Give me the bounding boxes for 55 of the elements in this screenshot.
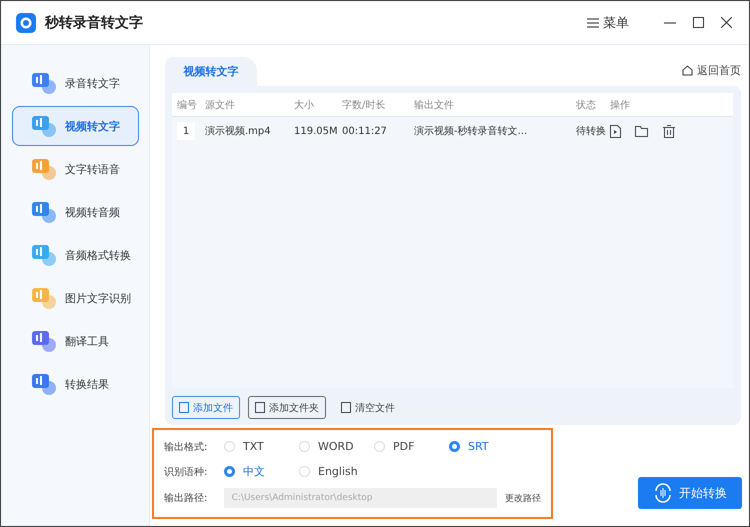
language-radio[interactable]: English: [299, 465, 374, 478]
format-radio[interactable]: SRT: [449, 440, 524, 453]
format-radio[interactable]: PDF: [374, 440, 449, 453]
sidebar-item[interactable]: 转换结果: [12, 364, 139, 404]
home-link[interactable]: 返回首页: [682, 63, 741, 78]
clear-files-button[interactable]: 清空文件: [334, 396, 402, 419]
sidebar-item[interactable]: 视频转文字: [12, 106, 139, 146]
close-icon: [720, 17, 732, 28]
table-cell-text: 演示视频-秒转录音转文...: [414, 124, 528, 138]
menu-button[interactable]: 菜单: [587, 14, 629, 32]
table-cell-text: 待转换: [576, 124, 607, 138]
tool-icon: [31, 114, 57, 138]
add-button[interactable]: 添加文件夹: [248, 396, 326, 419]
menu-icon: [587, 18, 599, 28]
table-cell-text: 119.05M: [294, 126, 339, 136]
format-radio[interactable]: TXT: [224, 440, 299, 453]
sidebar-item[interactable]: 录音转文字: [12, 63, 139, 103]
table-cell-text: 00:11:27: [342, 126, 388, 136]
column-header: 大小: [294, 98, 315, 112]
column-header: 状态: [576, 98, 597, 112]
tool-icon: [31, 286, 57, 310]
sidebar-item[interactable]: 翻译工具: [12, 321, 139, 361]
sound-wave-icon: [653, 483, 673, 503]
app-logo-icon: [16, 12, 36, 32]
tool-icon: [31, 243, 57, 267]
tab[interactable]: 视频转文字: [165, 57, 257, 86]
option-label: 输出路径:: [164, 492, 208, 505]
option-label: 输出格式:: [164, 440, 208, 454]
sidebar-item[interactable]: 视频转音频: [12, 192, 139, 232]
tool-icon: [31, 372, 57, 396]
tool-icon: [31, 200, 57, 224]
change-path-link[interactable]: 更改路径: [505, 492, 541, 504]
column-header: 源文件: [205, 98, 236, 112]
column-header: 输出文件: [414, 98, 455, 112]
table-cell-text: 演示视频.mp4: [205, 124, 272, 138]
format-radio[interactable]: WORD: [299, 440, 374, 453]
minimize-icon: [664, 22, 676, 24]
sidebar-item[interactable]: 音频格式转换: [12, 235, 139, 275]
window-title: 秒转录音转文字: [45, 14, 144, 32]
start-button[interactable]: 开始转换: [638, 477, 742, 509]
language-radio[interactable]: 中文: [224, 464, 299, 479]
home-icon: [682, 65, 693, 76]
tool-icon: [31, 157, 57, 181]
option-label: 识别语种:: [164, 466, 208, 478]
tool-icon: [31, 71, 57, 95]
column-header: 操作: [610, 98, 631, 112]
tool-icon: [31, 329, 57, 353]
table-cell: 1: [177, 122, 195, 140]
sidebar-item[interactable]: 图片文字识别: [12, 278, 139, 318]
play-file-icon[interactable]: [610, 124, 621, 138]
column-header: 字数/时长: [342, 98, 386, 112]
add-button[interactable]: 添加文件: [172, 396, 240, 419]
sidebar-item[interactable]: 文字转语音: [12, 149, 139, 189]
maximize-icon: [692, 17, 704, 28]
column-header: 编号: [177, 98, 198, 112]
